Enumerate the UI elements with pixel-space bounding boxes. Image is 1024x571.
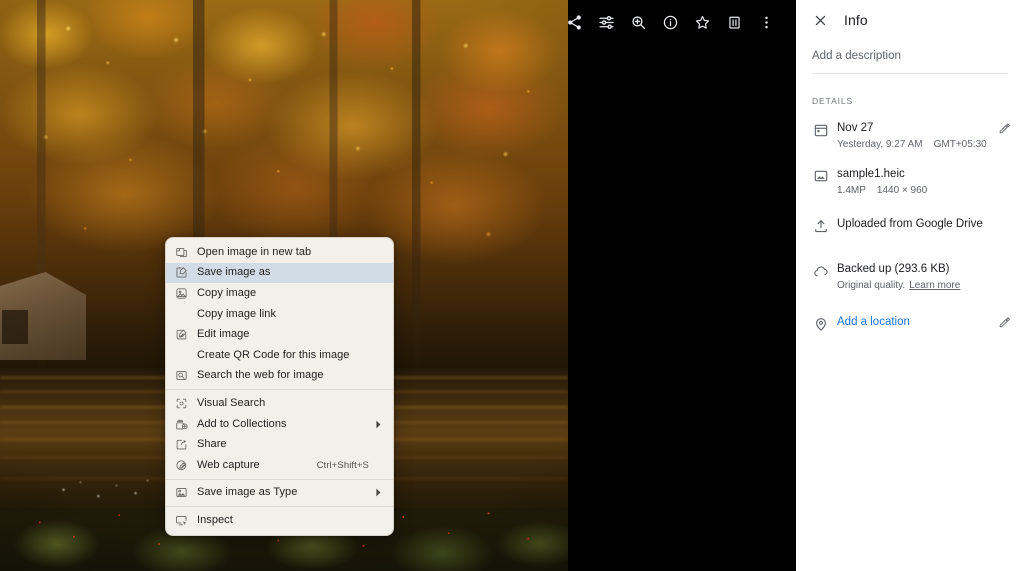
menu-item-label: Edit image xyxy=(197,329,373,340)
top-toolbar xyxy=(558,0,796,44)
menu-item-share[interactable]: Share xyxy=(166,434,393,455)
menu-item-label: Share xyxy=(197,439,373,450)
menu-item-edit-image[interactable]: Edit image xyxy=(166,324,393,345)
detail-file-megapixels: 1.4MP xyxy=(837,183,866,198)
menu-item-label: Search the web for image xyxy=(197,370,373,381)
tune-icon[interactable] xyxy=(591,7,621,37)
detail-backup-sub: Original quality. Learn more xyxy=(837,278,994,293)
save-image-icon xyxy=(175,266,197,279)
detail-file-name: sample1.heic xyxy=(837,167,994,182)
menu-item-copy-image-link[interactable]: Copy image link xyxy=(166,304,393,325)
detail-row-file: sample1.heic 1.4MP 1440 × 960 xyxy=(796,167,1024,198)
photo-viewer-area xyxy=(0,0,796,571)
add-location-link[interactable]: Add a location xyxy=(837,315,994,330)
menu-separator xyxy=(166,506,393,507)
detail-row-upload: Uploaded from Google Drive xyxy=(796,217,1024,243)
menu-item-label: Copy image xyxy=(197,288,373,299)
detail-row-backup: Backed up (293.6 KB) Original quality. L… xyxy=(796,262,1024,293)
search-web-icon xyxy=(175,369,197,382)
copy-image-icon xyxy=(175,287,197,300)
image-icon xyxy=(808,167,834,184)
detail-backup-spacer xyxy=(994,262,1014,263)
menu-item-create-qr-code-for-this-image[interactable]: Create QR Code for this image xyxy=(166,345,393,366)
close-icon[interactable] xyxy=(808,8,832,32)
menu-item-label: Add to Collections xyxy=(197,419,373,430)
menu-separator xyxy=(166,389,393,390)
description-input[interactable] xyxy=(812,46,1008,66)
add-to-collections-icon xyxy=(175,418,197,431)
zoom-in-icon[interactable] xyxy=(623,7,653,37)
menu-item-save-image-as[interactable]: Save image as xyxy=(166,263,393,284)
detail-body-file: sample1.heic 1.4MP 1440 × 960 xyxy=(834,167,994,198)
menu-item-label: Open image in new tab xyxy=(197,247,373,258)
menu-item-visual-search[interactable]: Visual Search xyxy=(166,393,393,414)
detail-row-location[interactable]: Add a location xyxy=(796,315,1024,341)
details-heading: DETAILS xyxy=(812,96,1008,106)
menu-item-search-the-web-for-image[interactable]: Search the web for image xyxy=(166,366,393,387)
menu-item-label: Copy image link xyxy=(197,309,373,320)
menu-item-label: Web capture xyxy=(197,460,317,471)
description-row xyxy=(812,46,1008,74)
location-icon xyxy=(808,315,834,332)
menu-item-label: Visual Search xyxy=(197,398,373,409)
cloud-done-icon xyxy=(808,262,834,280)
open-in-new-tab-icon xyxy=(175,246,197,259)
detail-backup-quality: Original quality. xyxy=(837,278,905,293)
info-panel-title: Info xyxy=(844,12,868,28)
web-capture-icon xyxy=(175,459,197,472)
inspect-icon xyxy=(175,514,197,527)
menu-item-shortcut: Ctrl+Shift+S xyxy=(317,460,369,471)
detail-file-dimensions: 1440 × 960 xyxy=(877,183,927,198)
share-menu-icon xyxy=(175,438,197,451)
detail-body-upload: Uploaded from Google Drive xyxy=(834,217,994,232)
detail-date-sub: Yesterday, 9:27 AM GMT+05:30 xyxy=(837,137,994,152)
detail-date-time: Yesterday, 9:27 AM xyxy=(837,137,923,152)
detail-date-main: Nov 27 xyxy=(837,121,994,136)
learn-more-link[interactable]: Learn more xyxy=(909,278,960,293)
detail-backup-status: Backed up (293.6 KB) xyxy=(837,262,994,277)
visual-search-icon xyxy=(175,397,197,410)
more-options-icon[interactable] xyxy=(751,7,781,37)
edit-image-icon xyxy=(175,328,197,341)
detail-upload-source: Uploaded from Google Drive xyxy=(837,217,994,232)
detail-upload-spacer xyxy=(994,217,1014,218)
detail-date-timezone: GMT+05:30 xyxy=(934,137,987,152)
delete-icon[interactable] xyxy=(719,7,749,37)
menu-item-label: Save image as xyxy=(197,267,373,278)
menu-separator xyxy=(166,479,393,480)
menu-item-add-to-collections[interactable]: Add to Collections xyxy=(166,414,393,435)
edit-date-icon[interactable] xyxy=(994,121,1014,135)
save-image-type-icon xyxy=(175,486,197,499)
menu-item-inspect[interactable]: Inspect xyxy=(166,510,393,531)
menu-item-label: Create QR Code for this image xyxy=(197,350,373,361)
upload-icon xyxy=(808,217,834,234)
menu-item-save-image-as-type[interactable]: Save image as Type xyxy=(166,483,393,504)
chevron-right-icon xyxy=(373,488,383,497)
detail-file-sub: 1.4MP 1440 × 960 xyxy=(837,183,994,198)
menu-item-copy-image[interactable]: Copy image xyxy=(166,283,393,304)
info-panel: Info DETAILS Nov 27 Yesterday, 9:27 AM G… xyxy=(796,0,1024,571)
info-icon[interactable] xyxy=(655,7,685,37)
image-context-menu[interactable]: Open image in new tab Save image as Copy i… xyxy=(165,237,394,536)
detail-body-date: Nov 27 Yesterday, 9:27 AM GMT+05:30 xyxy=(834,121,994,152)
menu-item-web-capture[interactable]: Web captureCtrl+Shift+S xyxy=(166,455,393,476)
detail-file-spacer xyxy=(994,167,1014,168)
info-panel-header: Info xyxy=(796,0,1024,40)
detail-row-date[interactable]: Nov 27 Yesterday, 9:27 AM GMT+05:30 xyxy=(796,121,1024,152)
menu-item-label: Save image as Type xyxy=(197,487,373,498)
star-icon[interactable] xyxy=(687,7,717,37)
detail-body-backup: Backed up (293.6 KB) Original quality. L… xyxy=(834,262,994,293)
calendar-icon xyxy=(808,121,834,138)
menu-item-label: Inspect xyxy=(197,515,373,526)
detail-body-location: Add a location xyxy=(834,315,994,330)
photo-viewer-app: Info DETAILS Nov 27 Yesterday, 9:27 AM G… xyxy=(0,0,1024,571)
menu-item-open-image-in-new-tab[interactable]: Open image in new tab xyxy=(166,242,393,263)
edit-location-icon[interactable] xyxy=(994,315,1014,329)
share-icon[interactable] xyxy=(559,7,589,37)
chevron-right-icon xyxy=(373,420,383,429)
